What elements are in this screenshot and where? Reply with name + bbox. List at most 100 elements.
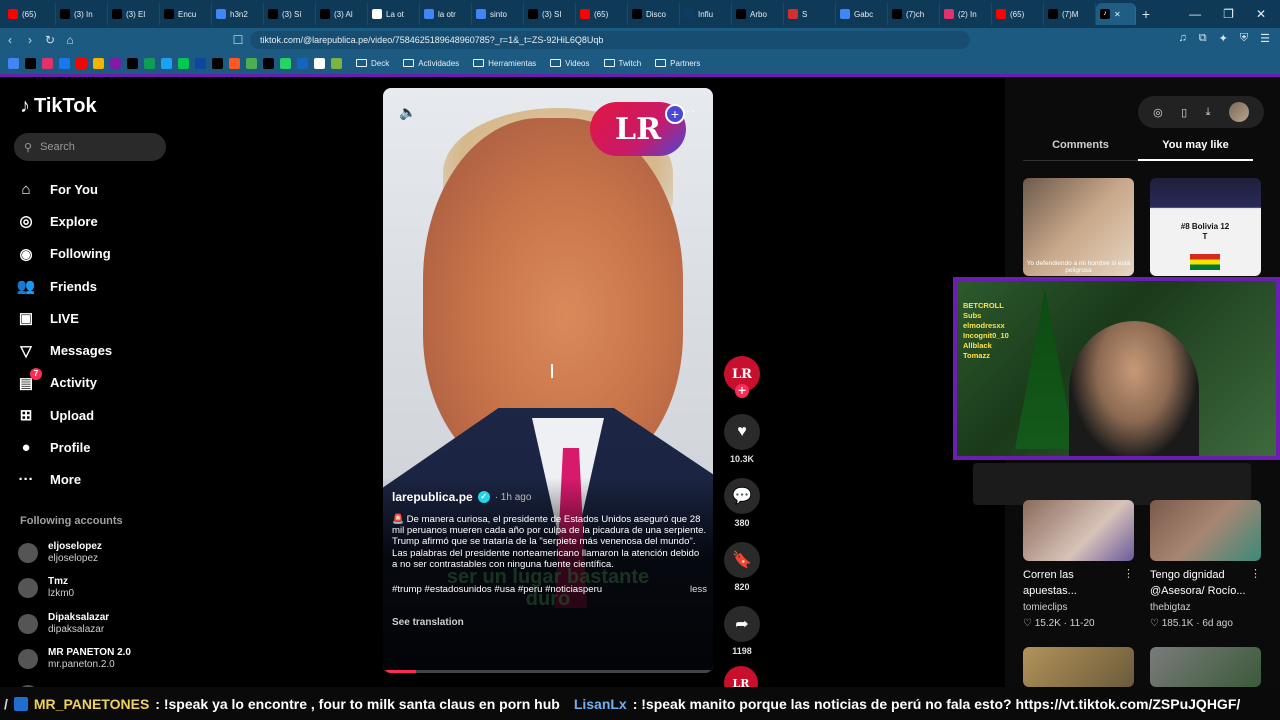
browser-tab[interactable]: (3) Sí [264,3,316,25]
bookmark-icon[interactable] [59,57,70,69]
bookmark-icon[interactable] [263,57,274,69]
bookmark-icon[interactable] [93,57,104,69]
browser-tab[interactable]: La ot [368,3,420,25]
card-title-2[interactable]: Tengo dignidad @Asesora/ Rocío... [1150,567,1260,599]
browser-tab[interactable]: (65) [992,3,1044,25]
less-link[interactable]: less [690,584,707,595]
reload-icon[interactable]: ↻ [40,33,60,47]
bookmark-icon[interactable] [25,57,36,69]
browser-tab[interactable]: sinto [472,3,524,25]
nav-item-explore[interactable]: ◎ Explore [16,205,186,237]
browser-tab[interactable]: la otr [420,3,472,25]
bookmark-icon[interactable] [110,57,121,69]
user-avatar[interactable] [1228,102,1249,122]
browser-tab[interactable]: (65) [576,3,628,25]
card-menu-icon[interactable]: ⋮ [1250,567,1261,580]
video-progress-bar[interactable] [383,670,713,673]
browser-tab[interactable]: S [784,3,836,25]
nav-item-for-you[interactable]: ⌂ For You [16,173,186,205]
tab-you-may-like[interactable]: You may like [1138,139,1253,161]
video-player[interactable]: 🔈 LR + ··· ser un lugar bastante duro la… [383,88,713,673]
tab-close-icon[interactable]: ✕ [1114,10,1121,19]
bookmark-icon[interactable] [246,57,257,69]
shield-icon[interactable]: ⛨ [1240,32,1248,45]
bookmark-folder[interactable]: Partners [655,59,700,68]
bookmark-icon[interactable] [280,57,291,69]
browser-tab[interactable]: (3) In [56,3,108,25]
phone-icon[interactable]: ▯ [1181,106,1187,119]
nav-item-friends[interactable]: 👥 Friends [16,270,186,302]
bookmark-folder[interactable]: Actividades [403,59,459,68]
music-icon[interactable]: ♫ [1179,32,1187,45]
home-browser-icon[interactable]: ⌂ [60,33,80,47]
bookmark-icon[interactable] [178,57,189,69]
browser-tab[interactable]: Arbo [732,3,784,25]
card-author-1[interactable]: tomieclips [1023,602,1067,613]
bookmark-icon[interactable] [76,57,87,69]
following-account[interactable]: eljoselopez eljoselopez [18,535,188,571]
bookmark-star-icon[interactable]: ☐ [228,33,248,47]
recommended-video-1[interactable]: Yo defendiendo a mi hombre si está pelig… [1023,178,1134,276]
bookmark-icon[interactable] [314,57,325,69]
following-account[interactable]: Tmz lzkm0 [18,571,188,607]
bookmark-icon[interactable] [297,57,308,69]
bookmark-folder[interactable]: Herramientas [473,59,536,68]
nav-item-more[interactable]: ··· More [16,464,186,496]
follow-creator-icon[interactable]: + [735,384,749,398]
menu-icon[interactable]: ☰ [1260,32,1270,45]
comment-button[interactable]: 💬 [724,478,760,514]
following-account[interactable]: MR PANETON 2.0 mr.paneton.2.0 [18,642,188,678]
nav-item-profile[interactable]: ● Profile [16,431,186,463]
browser-tab[interactable]: Influ [680,3,732,25]
nav-item-upload[interactable]: ⊞ Upload [16,399,186,431]
bookmark-icon[interactable] [8,57,19,69]
bookmark-icon[interactable] [331,57,342,69]
browser-tab[interactable]: (65) [4,3,56,25]
coin-icon[interactable]: ◎ [1153,106,1163,119]
recommended-video-3[interactable] [1023,500,1134,561]
card-menu-icon[interactable]: ⋮ [1123,567,1134,580]
bookmark-icon[interactable] [127,57,138,69]
forward-icon[interactable]: › [20,33,40,47]
bookmark-folder[interactable]: Videos [550,59,590,68]
recommended-video-4[interactable] [1150,500,1261,561]
extension-icon[interactable]: ⧉ [1199,32,1207,45]
recommended-video-6[interactable] [1150,647,1261,687]
tiktok-logo[interactable]: ♪ TikTok [20,95,97,118]
minimize-icon[interactable]: — [1189,7,1201,21]
hashtags[interactable]: #trump #estadosunidos #usa #peru #notici… [392,584,602,595]
share-button[interactable]: ➦ [724,606,760,642]
browser-tab[interactable]: (2) In [940,3,992,25]
active-tab[interactable]: ♪ ✕ [1096,3,1136,25]
new-tab-button[interactable]: + [1136,6,1156,22]
bookmark-icon[interactable] [195,57,206,69]
back-icon[interactable]: ‹ [0,33,20,47]
browser-tab[interactable]: Gabc [836,3,888,25]
bookmark-icon[interactable] [161,57,172,69]
download-icon[interactable]: ⤓ [1206,106,1211,119]
tab-comments[interactable]: Comments [1023,139,1138,161]
recommended-video-2[interactable]: #8 Bolivia 12 T [1150,178,1261,276]
close-window-icon[interactable]: ✕ [1256,7,1266,21]
browser-tab[interactable]: (3) SI [524,3,576,25]
url-field[interactable]: tiktok.com/@larepublica.pe/video/7584625… [250,31,970,49]
browser-tab[interactable]: (7)M [1044,3,1096,25]
nav-item-following[interactable]: ◉ Following [16,238,186,270]
nav-item-messages[interactable]: ▽ Messages [16,334,186,366]
browser-tab[interactable]: Disco [628,3,680,25]
card-title-1[interactable]: Corren las apuestas... [1023,567,1123,599]
following-account[interactable]: Dipaksalazar dipaksalazar [18,606,188,642]
nav-item-live[interactable]: ▣ LIVE [16,302,186,334]
browser-tab[interactable]: (7)ch [888,3,940,25]
author-name[interactable]: larepublica.pe [392,490,473,504]
restore-icon[interactable]: ❐ [1223,7,1234,21]
save-button[interactable]: 🔖 [724,542,760,578]
bookmark-folder[interactable]: Deck [356,59,389,68]
card-author-2[interactable]: thebigtaz [1150,602,1191,613]
browser-tab[interactable]: h3n2 [212,3,264,25]
puzzle-icon[interactable]: ✦ [1219,32,1228,45]
browser-tab[interactable]: Encu [160,3,212,25]
browser-tab[interactable]: (3) Al [316,3,368,25]
nav-item-activity[interactable]: ▤ 7 Activity [16,367,186,399]
volume-icon[interactable]: 🔈 [399,104,416,121]
